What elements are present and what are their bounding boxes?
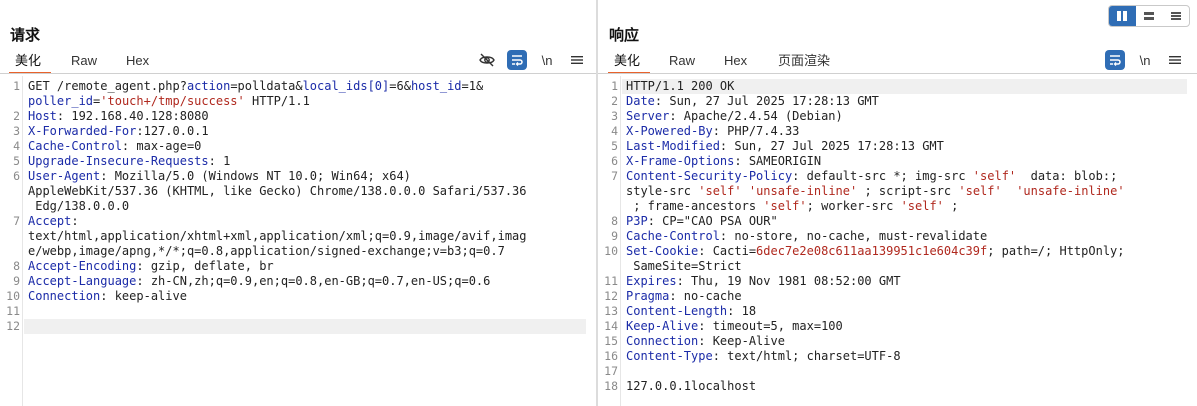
code-line: User-Agent: Mozilla/5.0 (Windows NT 10.0…: [28, 169, 411, 183]
word-wrap-icon: [512, 55, 523, 66]
code-line: Content-Length: 18: [626, 304, 757, 318]
code-line: Cache-Control: max-age=0: [28, 139, 202, 153]
request-newline-button[interactable]: \n: [537, 50, 557, 70]
line-number: 12: [6, 319, 20, 333]
code-line: style-src 'self' 'unsafe-inline' ; scrip…: [626, 184, 1125, 198]
code-line: Date: Sun, 27 Jul 2025 17:28:13 GMT: [626, 94, 879, 108]
line-number: 1: [611, 79, 618, 93]
line-number: 11: [6, 304, 20, 318]
request-wrap-button[interactable]: [507, 50, 527, 70]
response-pane: 响应 美化 Raw Hex 页面渲染 \n 1 2 3 4 5 6 7 8 9 …: [598, 0, 1197, 406]
code-line: poller_id='touch+/tmp/success' HTTP/1.1: [28, 94, 310, 108]
request-editor[interactable]: 1 2 3 4 5 6 7 8 9 10 11 12 GET /remote_a…: [0, 76, 596, 406]
line-number: 14: [604, 319, 618, 333]
line-number: 4: [611, 124, 618, 138]
line-number: 2: [611, 94, 618, 108]
code-line: Set-Cookie: Cacti=6dec7e2e08c611aa139951…: [626, 244, 1125, 258]
line-number: 16: [604, 349, 618, 363]
code-line: AppleWebKit/537.36 (KHTML, like Gecko) C…: [28, 184, 527, 198]
code-line: Expires: Thu, 19 Nov 1981 08:52:00 GMT: [626, 274, 901, 288]
line-number: 7: [611, 169, 618, 183]
request-tab-hex[interactable]: Hex: [126, 50, 149, 72]
line-number: 10: [604, 244, 618, 258]
hamburger-menu-icon: [1169, 56, 1181, 64]
code-line: Connection: Keep-Alive: [626, 334, 785, 348]
code-line: e/webp,image/apng,*/*;q=0.8,application/…: [28, 244, 505, 258]
line-number: 17: [604, 364, 618, 378]
code-line: X-Forwarded-For:127.0.0.1: [28, 124, 209, 138]
line-number: 8: [611, 214, 618, 228]
line-number: 11: [604, 274, 618, 288]
response-wrap-button[interactable]: [1105, 50, 1125, 70]
request-pane: 请求 美化 Raw Hex \n 1 2 3 4 5 6 7 8 9 10 11…: [0, 0, 596, 406]
line-number: 12: [604, 289, 618, 303]
code-line: GET /remote_agent.php?action=polldata&lo…: [28, 79, 484, 93]
line-number: 8: [13, 259, 20, 273]
response-newline-button[interactable]: \n: [1135, 50, 1155, 70]
response-editor[interactable]: 1 2 3 4 5 6 7 8 9 10 11 12 13 14 15 16 1…: [598, 76, 1197, 406]
line-number: 3: [13, 124, 20, 138]
code-line: HTTP/1.1 200 OK: [626, 79, 735, 93]
line-number: 10: [6, 289, 20, 303]
hamburger-menu-icon: [571, 56, 583, 64]
line-number: 3: [611, 109, 618, 123]
request-menu-button[interactable]: [567, 50, 587, 70]
response-tab-render[interactable]: 页面渲染: [778, 50, 830, 72]
code-line: Content-Security-Policy: default-src *; …: [626, 169, 1118, 183]
response-menu-button[interactable]: [1165, 50, 1185, 70]
code-line: Accept-Language: zh-CN,zh;q=0.9,en;q=0.8…: [28, 274, 491, 288]
response-gutter: 1 2 3 4 5 6 7 8 9 10 11 12 13 14 15 16 1…: [598, 76, 621, 406]
request-title: 请求: [10, 27, 41, 44]
line-number: 6: [13, 169, 20, 183]
line-number: 5: [13, 154, 20, 168]
code-line: ; frame-ancestors 'self'; worker-src 'se…: [626, 199, 959, 213]
line-number: 5: [611, 139, 618, 153]
request-gutter: 1 2 3 4 5 6 7 8 9 10 11 12: [0, 76, 23, 406]
code-line: 127.0.0.1localhost: [626, 379, 757, 393]
line-number: 9: [611, 229, 618, 243]
code-line: SameSite=Strict: [626, 259, 742, 273]
line-number: 18: [604, 379, 618, 393]
code-line: Keep-Alive: timeout=5, max=100: [626, 319, 843, 333]
line-number: 15: [604, 334, 618, 348]
response-tab-pretty[interactable]: 美化: [607, 50, 651, 74]
code-line: Upgrade-Insecure-Requests: 1: [28, 154, 231, 168]
code-line: Pragma: no-cache: [626, 289, 742, 303]
response-title: 响应: [609, 27, 640, 44]
code-line: Connection: keep-alive: [28, 289, 187, 303]
eye-off-icon: [479, 53, 495, 67]
code-line: Content-Type: text/html; charset=UTF-8: [626, 349, 901, 363]
line-number: 13: [604, 304, 618, 318]
line-number: 7: [13, 214, 20, 228]
code-line: Server: Apache/2.4.54 (Debian): [626, 109, 843, 123]
hide-nonprintable-button[interactable]: [477, 50, 497, 70]
line-number: 6: [611, 154, 618, 168]
request-tab-pretty[interactable]: 美化: [8, 50, 52, 74]
response-tab-hex[interactable]: Hex: [724, 50, 747, 72]
code-line: text/html,application/xhtml+xml,applicat…: [28, 229, 527, 243]
response-tab-raw[interactable]: Raw: [669, 50, 695, 72]
code-line: Cache-Control: no-store, no-cache, must-…: [626, 229, 988, 243]
code-line: Accept:: [28, 214, 79, 228]
code-line: Edg/138.0.0.0: [28, 199, 130, 213]
line-number: 9: [13, 274, 20, 288]
code-line: Accept-Encoding: gzip, deflate, br: [28, 259, 274, 273]
code-line: Last-Modified: Sun, 27 Jul 2025 17:28:13…: [626, 139, 944, 153]
line-number: 2: [13, 109, 20, 123]
request-tab-raw[interactable]: Raw: [71, 50, 97, 72]
code-line: P3P: CP="CAO PSA OUR": [626, 214, 778, 228]
code-line: X-Powered-By: PHP/7.4.33: [626, 124, 800, 138]
word-wrap-icon: [1110, 55, 1121, 66]
code-line: Host: 192.168.40.128:8080: [28, 109, 209, 123]
line-number: 4: [13, 139, 20, 153]
line-number: 1: [13, 79, 20, 93]
code-line: X-Frame-Options: SAMEORIGIN: [626, 154, 822, 168]
